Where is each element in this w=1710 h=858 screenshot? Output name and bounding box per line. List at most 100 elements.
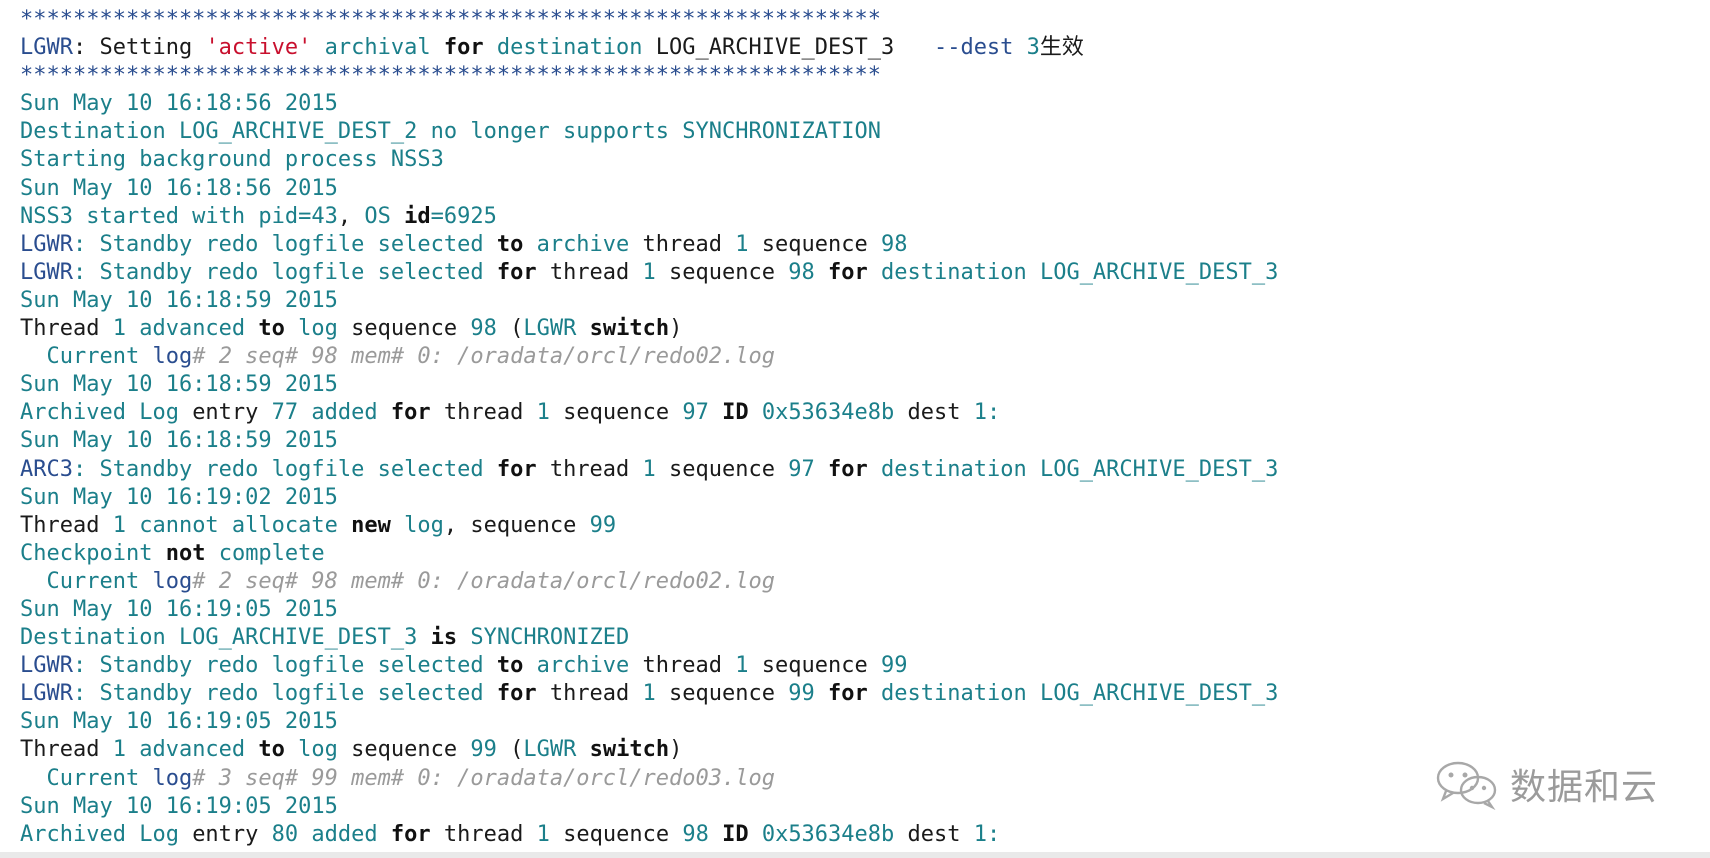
log-token: for <box>496 259 537 285</box>
log-token: ****************************************… <box>20 7 881 32</box>
log-line: ARC3: Standby redo logfile selected for … <box>20 456 1278 484</box>
log-token: thread <box>536 259 643 285</box>
log-token: not <box>165 540 206 566</box>
log-token: 0x53634e8b <box>748 821 908 847</box>
log-token: LGWR <box>20 231 73 257</box>
log-token: 1 <box>642 259 670 285</box>
log-token: 98 <box>788 259 829 285</box>
log-token: 1 cannot allocate <box>112 512 352 538</box>
log-token: thread <box>430 400 537 426</box>
log-token: Sun May 10 16:19:05 2015 <box>20 596 338 622</box>
log-token: =6925 <box>430 203 497 229</box>
log-line: LGWR: Standby redo logfile selected to a… <box>20 652 1278 680</box>
log-token: LGWR <box>523 316 590 342</box>
log-line: LGWR: Setting 'active' archival for dest… <box>20 34 1278 62</box>
log-token: Destination LOG_ARCHIVE_DEST_3 <box>20 625 431 651</box>
log-token: LGWR <box>20 653 73 679</box>
log-line: ****************************************… <box>20 62 1278 90</box>
log-line: Thread 1 advanced to log sequence 99 (LG… <box>20 736 1278 764</box>
log-token: switch <box>589 737 670 763</box>
log-token: SYNCHRONIZED <box>457 625 630 651</box>
log-token: 80 added <box>271 821 391 847</box>
log-token: : Setting <box>72 35 206 61</box>
log-token: 1 advanced <box>112 316 259 342</box>
log-token: Sun May 10 16:18:56 2015 <box>20 175 338 201</box>
log-token: ID <box>722 400 749 426</box>
log-token: # 3 seq# 99 mem# 0: /oradata/orcl/redo03… <box>192 765 775 791</box>
log-token: Archived Log <box>20 821 193 847</box>
log-token: Sun May 10 16:18:56 2015 <box>20 91 338 117</box>
log-token: thread <box>536 456 643 482</box>
log-token: thread <box>642 653 736 679</box>
log-token: 43 <box>311 203 338 229</box>
log-token: Current <box>20 765 153 791</box>
log-line: Sun May 10 16:19:05 2015 <box>20 793 1278 821</box>
log-token: 99 <box>589 512 617 538</box>
log-token: Sun May 10 16:19:05 2015 <box>20 793 338 819</box>
log-token: Sun May 10 16:18:59 2015 <box>20 372 338 398</box>
log-token: 1 <box>735 653 762 679</box>
log-line: LGWR: Standby redo logfile selected for … <box>20 680 1278 708</box>
log-token: for <box>828 456 868 482</box>
log-token: sequence <box>669 681 789 707</box>
watermark-text: 数据和云 <box>1509 767 1658 808</box>
log-token: sequence <box>761 653 881 679</box>
log-token: Current <box>20 344 153 370</box>
log-token: for <box>390 400 431 426</box>
log-token: complete <box>205 540 325 566</box>
log-token: destination <box>483 35 656 61</box>
log-token: for <box>443 35 484 61</box>
log-token: Current <box>20 568 153 594</box>
log-token: Thread <box>20 737 113 763</box>
log-token: Thread <box>20 512 113 538</box>
log-token: ID <box>722 821 749 847</box>
log-token: 1 <box>536 400 564 426</box>
log-line: Sun May 10 16:19:05 2015 <box>20 596 1278 624</box>
log-token: , <box>337 203 365 229</box>
log-token: Thread <box>20 316 113 342</box>
log-line: Current log# 3 seq# 99 mem# 0: /oradata/… <box>20 765 1278 793</box>
log-token: for <box>828 681 868 707</box>
log-token: Sun May 10 16:19:05 2015 <box>20 709 338 735</box>
log-token: 97 <box>682 400 723 426</box>
log-token: # 2 seq# 98 mem# 0: /oradata/orcl/redo02… <box>192 568 775 594</box>
log-token: 1 <box>642 456 670 482</box>
log-token: 1: <box>973 821 1001 847</box>
log-token: thread <box>430 821 537 847</box>
log-token: --dest <box>933 35 1027 61</box>
log-token: id <box>404 203 431 229</box>
log-token: entry <box>192 821 272 847</box>
log-token: Destination LOG_ARCHIVE_DEST_2 no longer… <box>20 119 881 145</box>
log-line: Sun May 10 16:18:59 2015 <box>20 427 1278 455</box>
log-token: archival <box>311 35 444 61</box>
log-token: LGWR <box>20 259 73 285</box>
log-token: sequence <box>563 821 683 847</box>
log-token: archive <box>523 653 643 679</box>
log-token: LGWR <box>20 35 73 61</box>
log-line: Destination LOG_ARCHIVE_DEST_2 no longer… <box>20 118 1278 146</box>
log-token: for <box>496 681 537 707</box>
log-line: ****************************************… <box>20 6 1278 34</box>
log-line: Starting background process NSS3 <box>20 146 1278 174</box>
log-token: 98 <box>470 316 511 342</box>
log-token: 0x53634e8b <box>748 400 908 426</box>
log-token: : Standby redo logfile selected <box>72 259 497 285</box>
log-token: : Standby redo logfile selected <box>72 231 497 257</box>
log-token: sequence <box>351 316 471 342</box>
log-token: 98 <box>880 231 908 257</box>
log-token: NSS3 started with pid= <box>20 203 312 229</box>
log-token: sequence <box>351 737 471 763</box>
log-token: for <box>828 259 868 285</box>
log-token: dest <box>907 821 974 847</box>
log-token: 99 <box>788 681 829 707</box>
log-token: 3 <box>1026 35 1040 61</box>
log-token: ( <box>510 316 524 342</box>
log-token: destination LOG_ARCHIVE_DEST_3 <box>867 456 1279 482</box>
log-token: 1 <box>536 821 564 847</box>
log-token: to <box>496 653 524 679</box>
log-token: ARC3 <box>20 456 73 482</box>
log-token: LGWR <box>523 737 590 763</box>
watermark: 数据和云 <box>1434 758 1658 810</box>
log-token: ) <box>669 316 683 342</box>
log-token: for <box>496 456 537 482</box>
